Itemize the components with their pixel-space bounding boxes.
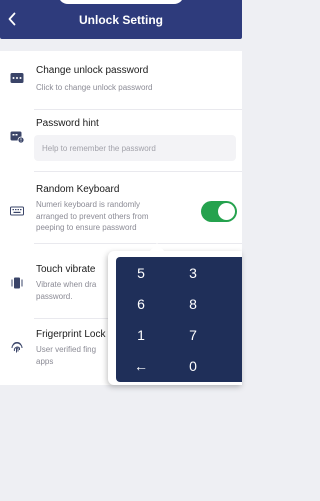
setting-label: Change unlock password — [36, 65, 149, 76]
setting-change-password[interactable]: Change unlock password Click to change u… — [0, 57, 242, 101]
setting-description: User verified fing apps — [36, 344, 116, 367]
setting-description: Vibrate when dra password. — [36, 279, 116, 302]
keypad-caret — [149, 243, 165, 252]
keyboard-dots-icon — [10, 73, 24, 83]
status-notch — [58, 0, 184, 4]
description-line: arranged to prevent others from — [36, 211, 149, 221]
description-line: Numeri keyboard is randomly — [36, 200, 141, 209]
keypad-key[interactable]: 5 — [116, 259, 166, 287]
fingerprint-icon — [11, 342, 23, 353]
keyboard-alert-icon — [10, 131, 24, 143]
setting-label: Random Keyboard — [36, 184, 120, 195]
description-line: Vibrate when dra — [36, 280, 97, 289]
setting-label: Touch vibrate — [36, 264, 96, 275]
description-line: password. — [36, 291, 73, 301]
setting-label: Password hint — [36, 118, 99, 129]
keypad-key[interactable]: 6 — [116, 290, 166, 318]
setting-description: Numeri keyboard is randomly arranged to … — [36, 199, 186, 234]
keypad-key[interactable]: 1 — [116, 321, 166, 349]
description-line: apps — [36, 356, 54, 366]
keypad-key[interactable]: 8 — [168, 290, 218, 318]
random-keypad: 5 3 6 8 1 7 ← 0 — [116, 257, 242, 382]
random-keyboard-toggle[interactable] — [201, 201, 237, 222]
description-line: User verified fing — [36, 345, 97, 354]
setting-description: Click to change unlock password — [36, 83, 153, 92]
password-hint-input[interactable] — [34, 135, 236, 161]
setting-label: Frigerprint Lock — [36, 329, 106, 340]
page-title: Unlock Setting — [78, 13, 163, 27]
toggle-knob — [218, 203, 235, 220]
vibrate-icon — [11, 277, 23, 289]
keypad-backspace-key[interactable]: ← — [116, 352, 166, 380]
keyboard-icon — [10, 206, 24, 216]
keypad-key[interactable]: 3 — [168, 259, 218, 287]
keypad-key[interactable]: 0 — [168, 352, 218, 380]
password-hint-field[interactable] — [34, 135, 236, 161]
description-line: peeping to ensure password — [36, 223, 137, 232]
keypad-key[interactable]: 7 — [168, 321, 218, 349]
app-header: Unlock Setting — [0, 0, 242, 39]
